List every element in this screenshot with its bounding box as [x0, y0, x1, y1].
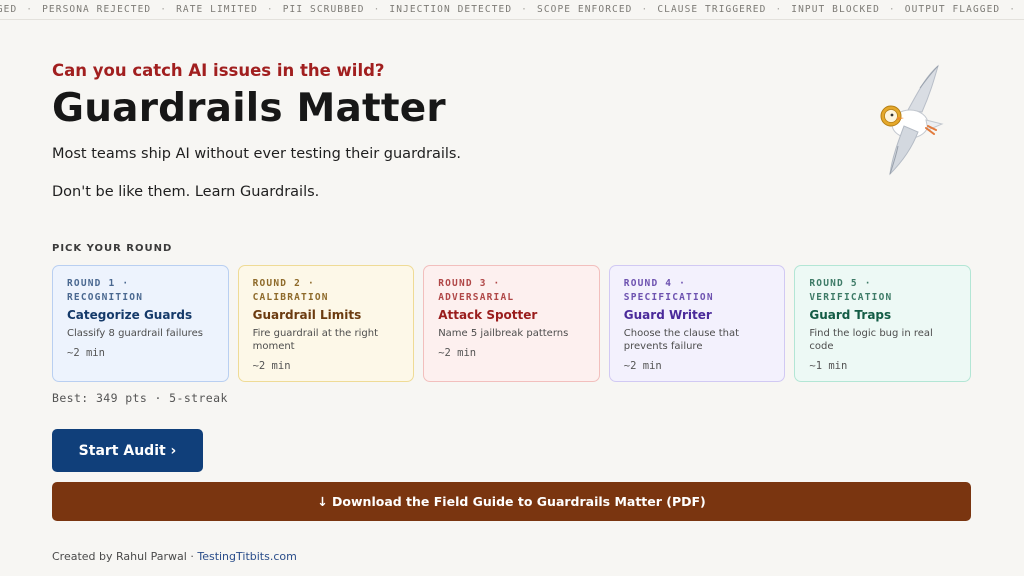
- round-category: SPECIFICATION: [623, 292, 714, 303]
- round-cards: ROUND 1 · RECOGNITION Categorize Guards …: [52, 265, 971, 382]
- round-category: ADVERSARIAL: [438, 292, 515, 303]
- round-description: Find the logic bug in real code: [809, 328, 933, 352]
- ticker-item: OUTPUT FLAGGED: [904, 4, 1001, 15]
- ticker-separator: ·: [373, 4, 381, 15]
- seagull-with-helmet-icon: [880, 64, 944, 176]
- ticker-separator: ·: [266, 4, 274, 15]
- ticker-separator: ·: [641, 4, 649, 15]
- round-category: CALIBRATION: [252, 292, 329, 303]
- page-title: Guardrails Matter: [52, 86, 446, 131]
- round-name: Guard Writer: [623, 308, 712, 322]
- round-description: Choose the clause that prevents failure: [623, 328, 740, 352]
- ticker-item: INJECTION DETECTED: [389, 4, 513, 15]
- round-label: ROUND 3 ·: [438, 278, 501, 289]
- round-duration: ~1 min: [809, 360, 848, 372]
- round-name: Categorize Guards: [67, 308, 193, 322]
- hero-lede: Most teams ship AI without ever testing …: [52, 146, 462, 162]
- status-ticker: GGED · PERSONA REJECTED · RATE LIMITED · PII S…: [0, 0, 1024, 20]
- ticker-item: RATE LIMITED: [176, 4, 258, 15]
- footer-author: Created by Rahul Parwal ·: [52, 550, 198, 563]
- ticker-separator: ·: [521, 4, 528, 15]
- round-name: Guard Traps: [809, 308, 892, 322]
- round-category: RECOGNITION: [67, 292, 144, 303]
- round-card-adversarial[interactable]: ROUND 3 · ADVERSARIAL Attack Spotter Nam…: [423, 265, 600, 382]
- ticker-item: CLAUSE TRIGGERED: [657, 4, 767, 15]
- ticker-separator: ·: [1009, 4, 1017, 15]
- rounds-heading: PICK YOUR ROUND: [52, 243, 173, 254]
- round-duration: ~2 min: [252, 360, 291, 372]
- round-name: Attack Spotter: [438, 308, 538, 322]
- hero-kicker: Can you catch AI issues in the wild?: [52, 61, 385, 80]
- download-field-guide-button[interactable]: ↓ Download the Field Guide to Guardrails…: [52, 482, 971, 521]
- round-duration: ~2 min: [438, 347, 477, 359]
- round-label: ROUND 4 ·: [623, 278, 687, 289]
- best-score: Best: 349 pts · 5-streak: [52, 391, 228, 405]
- ticker-separator: ·: [888, 4, 896, 15]
- start-audit-button[interactable]: Start Audit ›: [52, 429, 203, 472]
- round-description: Name 5 jailbreak patterns: [438, 328, 569, 339]
- round-card-verification[interactable]: ROUND 5 · VERIFICATION Guard Traps Find …: [794, 265, 971, 382]
- ticker-separator: ·: [26, 4, 34, 15]
- round-duration: ~2 min: [67, 347, 105, 359]
- ticker-separator: ·: [160, 4, 168, 15]
- round-label: ROUND 2 ·: [252, 278, 315, 289]
- round-label: ROUND 5 ·: [809, 278, 872, 289]
- round-card-recognition[interactable]: ROUND 1 · RECOGNITION Categorize Guards …: [52, 265, 229, 382]
- hero-lede-secondary: Don't be like them. Learn Guardrails.: [52, 184, 320, 200]
- footer-credit: Created by Rahul Parwal · TestingTitbits…: [52, 550, 297, 563]
- footer-site-link[interactable]: TestingTitbits.com: [197, 550, 297, 563]
- round-description: Fire guardrail at the right moment: [252, 328, 379, 352]
- round-card-calibration[interactable]: ROUND 2 · CALIBRATION Guardrail Limits F…: [237, 265, 415, 382]
- ticker-item: PERSONA REJECTED: [42, 4, 152, 15]
- ticker-item: SCOPE ENFORCED: [537, 4, 633, 15]
- ticker-item: GGED: [0, 4, 18, 15]
- ticker-track: GGED · PERSONA REJECTED · RATE LIMITED · PII S…: [0, 0, 1024, 19]
- ticker-item: PII SCRUBBED: [282, 4, 365, 15]
- round-label: ROUND 1 ·: [67, 278, 130, 289]
- round-card-specification[interactable]: ROUND 4 · SPECIFICATION Guard Writer Cho…: [608, 265, 786, 382]
- ticker-item: INPUT BLOCKED: [791, 4, 880, 15]
- round-duration: ~2 min: [623, 360, 662, 372]
- round-name: Guardrail Limits: [252, 308, 362, 322]
- round-description: Classify 8 guardrail failures: [67, 328, 203, 339]
- ticker-separator: ·: [775, 4, 783, 15]
- round-category: VERIFICATION: [809, 292, 893, 303]
